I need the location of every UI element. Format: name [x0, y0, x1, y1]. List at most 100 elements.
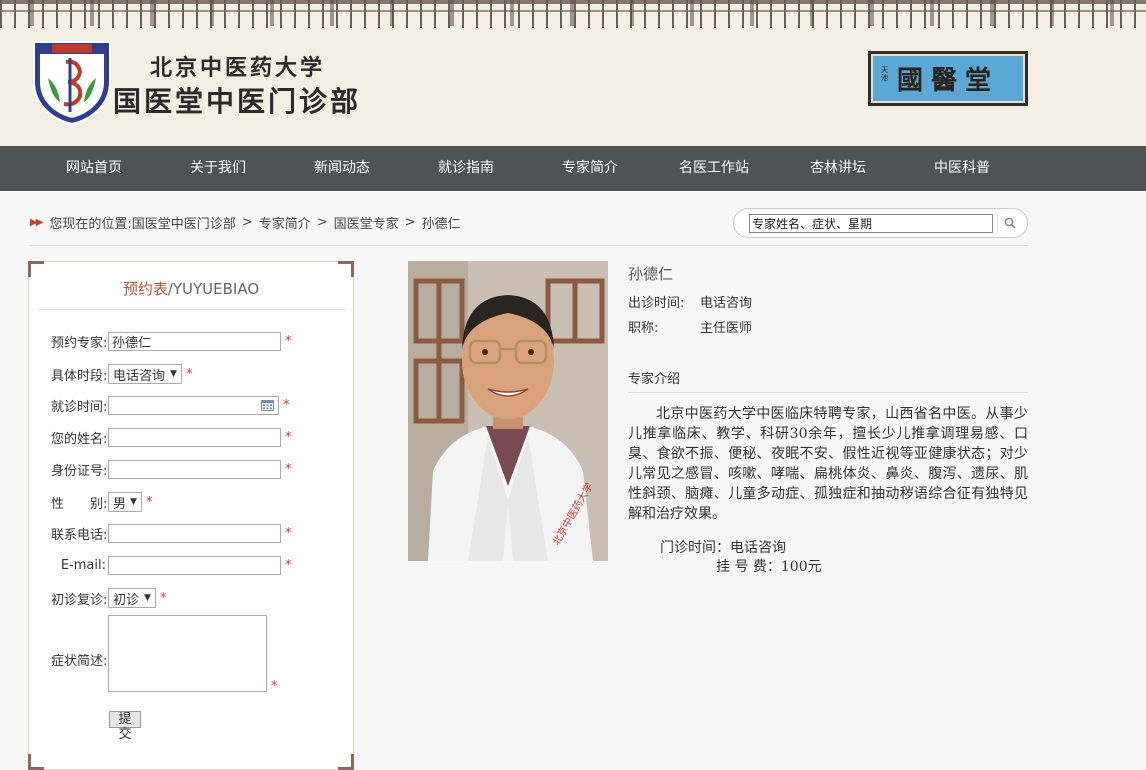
name-input[interactable] — [108, 428, 281, 447]
breadcrumb: ▶▶ 您现在的位置: 国医堂中医门诊部 > 专家简介 > 国医堂专家 > 孙德仁 — [30, 213, 461, 232]
dropdown-arrow-icon: ▼ — [130, 497, 137, 507]
email-label: E-mail: — [60, 558, 106, 573]
nav-about[interactable]: 关于我们 — [156, 146, 280, 191]
header-ornament-overlay — [0, 0, 1146, 26]
gender-select-value: 男 — [113, 496, 127, 512]
calendar-icon[interactable] — [261, 400, 274, 411]
university-logo-icon[interactable] — [30, 38, 114, 126]
id-input[interactable] — [108, 460, 281, 479]
visit-type-label: 初诊复诊: — [51, 592, 108, 608]
guoyitang-plaque: 天池 國醫堂 — [868, 51, 1028, 106]
form-title-en: /YUYUEBIAO — [167, 280, 260, 298]
row-visit-time: 就诊时间: * — [51, 396, 290, 415]
row-email: E-mail: * — [51, 556, 292, 575]
search-button[interactable] — [997, 213, 1021, 233]
nav-home[interactable]: 网站首页 — [32, 146, 156, 191]
nav-guide[interactable]: 就诊指南 — [404, 146, 528, 191]
plaque-inscription: 天池 — [881, 66, 888, 82]
schedule-value: 电话咨询 — [700, 296, 753, 311]
visit-time-label: 就诊时间: — [51, 400, 108, 415]
nav-science[interactable]: 中医科普 — [900, 146, 1024, 191]
required-mark: * — [285, 430, 292, 445]
intro-text: 北京中医药大学中医临床特聘专家，山西省名中医。从事少儿推拿临床、教学、科研30余… — [628, 406, 1028, 522]
visit-time-input[interactable] — [108, 396, 279, 415]
search-input[interactable] — [749, 214, 993, 233]
search-box — [733, 208, 1028, 238]
consult-time: 门诊时间：电话咨询 — [660, 540, 786, 556]
breadcrumb-separator: > — [241, 215, 253, 230]
breadcrumb-link-experts[interactable]: 专家简介 — [259, 213, 311, 232]
required-mark: * — [285, 462, 292, 477]
dropdown-arrow-icon: ▼ — [144, 593, 151, 603]
gender-label: 性 别: — [51, 496, 108, 512]
row-symptom: 症状简述: * — [51, 615, 278, 694]
period-label: 具体时段: — [51, 368, 108, 384]
form-title: 预约表/YUYUEBIAO — [29, 278, 353, 299]
required-mark: * — [159, 590, 167, 606]
visit-type-select[interactable]: 初诊 ▼ — [108, 588, 156, 608]
title-label: 职称: — [628, 321, 659, 336]
row-expert: 预约专家: 孙德仁 * — [51, 332, 292, 351]
phone-input[interactable] — [108, 524, 281, 543]
site-header: 北京中医药大学 国医堂中医门诊部 天池 國醫堂 — [0, 0, 1146, 146]
submit-button[interactable]: 提 交 — [109, 711, 141, 742]
doctor-title-row: 职称: 主任医师 — [628, 317, 752, 336]
gender-select[interactable]: 男 ▼ — [108, 492, 142, 512]
main-nav: 网站首页 关于我们 新闻动态 就诊指南 专家简介 名医工作站 杏林讲坛 中医科普 — [0, 146, 1146, 191]
breadcrumb-divider — [30, 245, 1028, 246]
registration-fee: 挂 号 费：100元 — [716, 559, 822, 575]
symptom-textarea[interactable] — [108, 615, 267, 692]
row-period: 具体时段: 电话咨询 ▼ * — [51, 364, 192, 384]
row-visit-type: 初诊复诊: 初诊 ▼ * — [51, 588, 166, 608]
row-phone: 联系电话: * — [51, 524, 292, 543]
breadcrumb-link-guoyitang-experts[interactable]: 国医堂专家 — [334, 213, 399, 232]
required-mark: * — [271, 679, 278, 694]
title-value: 主任医师 — [700, 321, 753, 336]
nav-forum[interactable]: 杏林讲坛 — [776, 146, 900, 191]
expert-label: 预约专家: — [51, 336, 108, 351]
period-select-value: 电话咨询 — [113, 368, 166, 384]
row-name: 您的姓名: * — [51, 428, 292, 447]
dropdown-arrow-icon: ▼ — [170, 369, 177, 379]
intro-heading: 专家介绍 — [628, 372, 681, 387]
required-mark: * — [145, 494, 153, 510]
visit-type-select-value: 初诊 — [113, 592, 140, 608]
site-title-main: 国医堂中医门诊部 — [113, 85, 362, 118]
name-label: 您的姓名: — [51, 432, 108, 447]
breadcrumb-separator: > — [316, 215, 328, 230]
search-icon — [1004, 217, 1016, 229]
required-mark: * — [285, 558, 292, 573]
row-gender: 性 别: 男 ▼ * — [51, 492, 152, 512]
row-id: 身份证号: * — [51, 460, 292, 479]
period-select[interactable]: 电话咨询 ▼ — [108, 364, 182, 384]
nav-news[interactable]: 新闻动态 — [280, 146, 404, 191]
phone-label: 联系电话: — [51, 528, 108, 543]
doctor-photo: 北京中医药大学 — [408, 261, 608, 561]
intro-divider — [628, 392, 1028, 393]
corner-ornament — [338, 754, 354, 770]
breadcrumb-separator: > — [404, 215, 416, 230]
corner-ornament — [338, 261, 354, 277]
doctor-schedule-row: 出诊时间: 电话咨询 — [628, 292, 752, 311]
form-title-divider — [39, 309, 345, 310]
required-mark: * — [283, 398, 290, 413]
symptom-label: 症状简述: — [51, 654, 108, 669]
doctor-name: 孙德仁 — [628, 265, 674, 283]
site-title-top: 北京中医药大学 — [150, 55, 326, 81]
breadcrumb-prefix: 您现在的位置: — [49, 217, 132, 232]
schedule-label: 出诊时间: — [628, 296, 685, 311]
double-arrow-icon: ▶▶ — [30, 217, 43, 228]
corner-ornament — [28, 754, 44, 770]
form-title-cn: 预约表 — [122, 280, 168, 298]
breadcrumb-current: 孙德仁 — [421, 217, 461, 232]
required-mark: * — [285, 334, 292, 349]
nav-experts[interactable]: 专家简介 — [528, 146, 652, 191]
id-label: 身份证号: — [51, 464, 108, 479]
required-mark: * — [285, 526, 292, 541]
required-mark: * — [185, 366, 193, 382]
breadcrumb-link-home[interactable]: 国医堂中医门诊部 — [132, 213, 236, 232]
plaque-text: 國醫堂 — [896, 66, 999, 96]
expert-input[interactable]: 孙德仁 — [108, 332, 281, 351]
nav-studio[interactable]: 名医工作站 — [652, 146, 776, 191]
email-input[interactable] — [108, 556, 281, 575]
